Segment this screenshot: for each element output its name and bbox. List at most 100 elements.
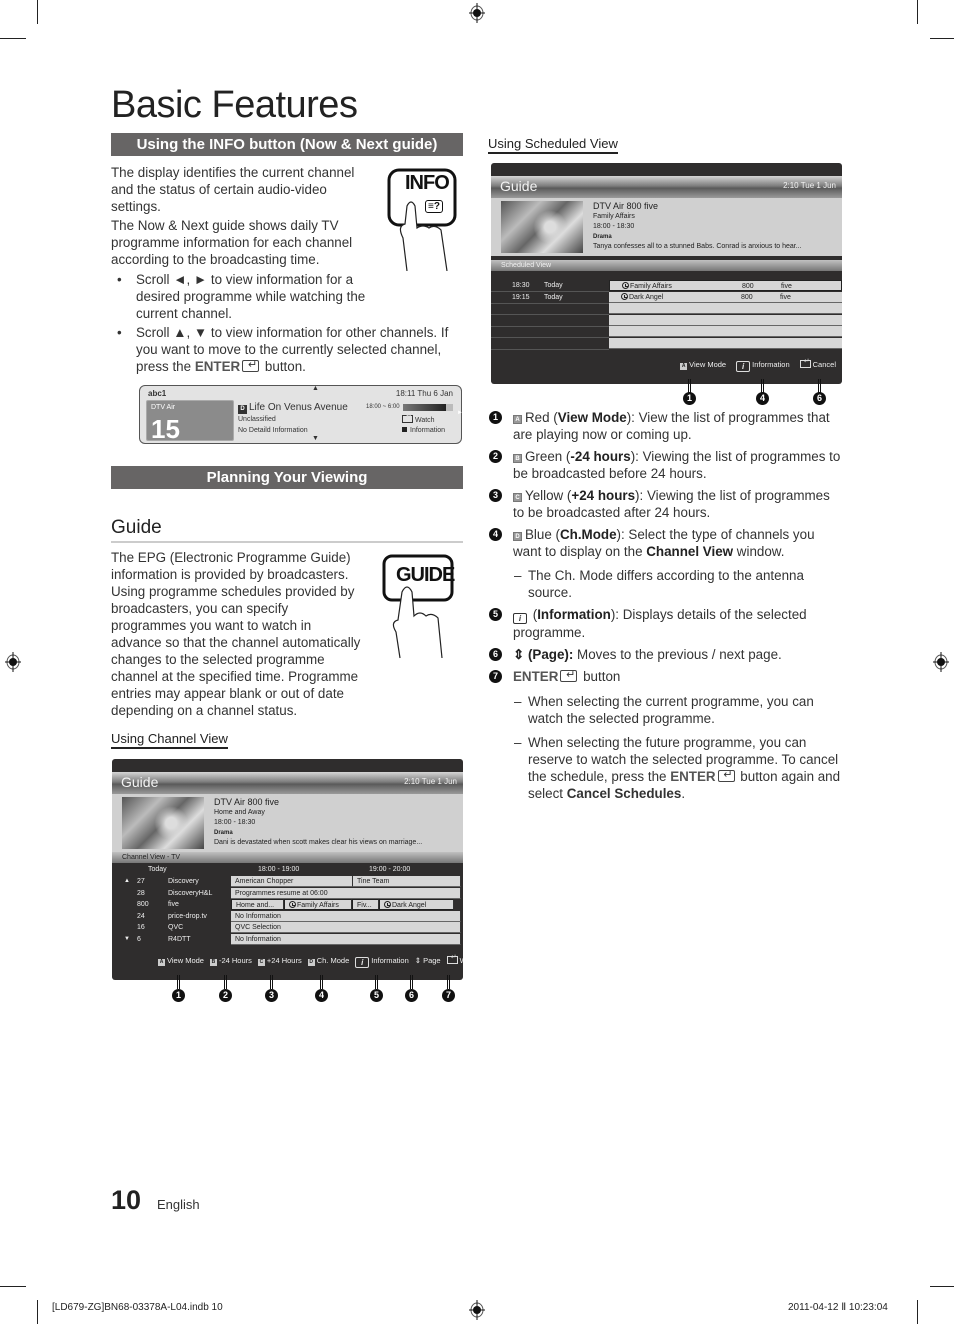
column-today: Today — [148, 866, 167, 873]
footer--24-hours[interactable]: C +24 Hours — [257, 956, 302, 966]
preview-programme: Home and Away — [214, 809, 265, 816]
section-heading-info: Using the INFO button (Now & Next guide) — [111, 133, 463, 156]
desc-text: Moves to the previous / next page. — [573, 647, 782, 662]
desc-text: window. — [733, 544, 785, 559]
preview-info: DTV Air 800 five Family Affairs 18:00 - … — [593, 200, 802, 252]
info-para-2: The Now & Next guide shows daily TV prog… — [111, 218, 353, 267]
callout-leader — [688, 379, 691, 393]
color-key-icon: C — [257, 959, 265, 966]
footer-watch[interactable]: Watch — [446, 953, 463, 965]
preview-thumbnail — [122, 797, 204, 849]
callout-number: 5 — [370, 989, 383, 1002]
scheduled-row[interactable]: Dark Angel 800 five — [609, 291, 842, 303]
channel-view-screen: Guide 2:10 Tue 1 Jun DTV Air 800 five Ho… — [112, 759, 463, 980]
callout-leader — [224, 975, 227, 989]
info-key-icon: i — [355, 957, 370, 968]
channel-view-subbar: Channel View - TV — [112, 852, 463, 863]
color-key-icon: A — [158, 959, 165, 966]
channel-number: 27 — [137, 878, 145, 885]
programme-cell[interactable]: Tine Team — [353, 876, 461, 887]
programme-name: Family Affairs — [297, 902, 339, 909]
footer-label: Ch. Mode — [316, 956, 350, 965]
schedule-channel-number: 800 — [741, 293, 753, 301]
info-remote-illustration: INFO ≡? — [385, 166, 460, 272]
footer--24-hours[interactable]: B -24 Hours — [209, 956, 252, 966]
registration-mark-icon — [469, 3, 485, 23]
footer-information[interactable]: i Information — [355, 956, 409, 968]
callout-number: 3 — [265, 989, 278, 1002]
green-key-icon: B — [513, 454, 522, 463]
red-key-icon: A — [513, 415, 522, 424]
programme-cell[interactable]: Programmes resume at 06:00 — [231, 887, 461, 899]
programme-cell[interactable]: No Information — [231, 933, 461, 945]
channel-name: Discovery — [168, 878, 199, 885]
footer-view-mode[interactable]: A View Mode — [158, 956, 204, 966]
info-hint: Information — [402, 427, 445, 434]
banner-programme: D Life On Venus Avenue — [238, 402, 348, 414]
programme-name: Tine Team — [357, 878, 390, 885]
programme-cell[interactable]: Family Affairs — [284, 899, 352, 910]
programme-cell[interactable]: No Information — [231, 910, 461, 922]
guide-remote-illustration: GUIDE — [380, 552, 460, 660]
scheduled-row[interactable] — [609, 303, 842, 314]
footer-cancel[interactable]: Cancel — [799, 357, 836, 369]
scheduled-row[interactable]: Family Affairs 800 five — [609, 280, 842, 291]
desc-bold: -24 hours — [570, 449, 631, 464]
progress-bar — [403, 404, 453, 411]
row-arrow-icon: ▼ — [124, 935, 130, 942]
footer-label: View Mode — [167, 956, 204, 965]
info-key-icon: i — [736, 361, 751, 372]
footer-label: View Mode — [689, 360, 727, 369]
programme-cell[interactable]: Fiv... — [352, 899, 379, 910]
page-updown-icon: ⇕ — [414, 956, 422, 965]
programme-name: Fiv... — [357, 902, 372, 909]
down-arrow-icon: ▼ — [312, 435, 319, 442]
guide-title: Guide — [121, 774, 159, 790]
footer-label: Watch — [460, 956, 463, 965]
info-bullet: Scroll ▲, ▼ to view information for othe… — [111, 324, 471, 375]
desc-plus-24: 3 C Yellow (+24 hours): Viewing the list o… — [488, 487, 844, 521]
scheduled-row[interactable] — [609, 337, 842, 349]
footer-ch-mode[interactable]: D Ch. Mode — [307, 956, 350, 966]
channel-number: 24 — [137, 912, 145, 920]
menu-help-icon: ≡? — [425, 200, 443, 213]
yellow-key-icon: C — [513, 493, 522, 502]
callout-number: 4 — [756, 392, 769, 405]
schedule-time: 18:30 — [512, 282, 530, 289]
scheduled-row[interactable] — [609, 326, 842, 337]
callout-leader — [320, 975, 323, 989]
desc-bold: Ch.Mode — [559, 527, 617, 542]
info-banner: abc1 ▲ ▼ 18:11 Thu 6 Jan DTV Air 15 D Lif… — [139, 385, 463, 444]
preview-info: DTV Air 800 five Home and Away 18:00 - 1… — [214, 796, 422, 848]
programme-name: Programmes resume at 06:00 — [235, 889, 328, 897]
desc-ch-mode: 4 D Blue (Ch.Mode): Select the type of cha… — [488, 526, 844, 560]
column-slot-2: 19:00 - 20:00 — [369, 866, 411, 873]
preview-channel: DTV Air 800 five — [214, 797, 280, 807]
print-slug-left: [LD679-ZG]BN68-03378A-L04.indb 10 — [52, 1302, 223, 1313]
scheduled-view-screen: Guide 2:10 Tue 1 Jun DTV Air 800 five Fa… — [491, 163, 842, 384]
scheduled-row[interactable] — [609, 314, 842, 326]
preview-synopsis: Tanya confesses all to a stunned Babs. C… — [593, 243, 802, 250]
programme-cell[interactable]: Dark Angel — [379, 899, 454, 910]
footer-page[interactable]: ⇕ Page — [415, 956, 441, 965]
registration-mark-icon — [933, 652, 949, 672]
footer-information[interactable]: i Information — [736, 360, 790, 372]
desc-text: Blue ( — [525, 527, 560, 542]
channel-number: 28 — [137, 889, 145, 897]
crop-mark — [37, 1300, 38, 1324]
channel-view-footer: A View Mode B -24 Hours C +24 Hours D Ch. Mode i… — [152, 953, 463, 968]
guide-button-label: GUIDE — [396, 564, 455, 586]
footer-label: Cancel — [812, 360, 836, 369]
desc-page: 6 ⇕ (Page): Moves to the previous / next … — [488, 646, 844, 663]
callout-number: 1 — [172, 989, 185, 1002]
programme-cell[interactable]: American Chopper — [231, 876, 353, 887]
guide-title: Guide — [500, 178, 538, 194]
watch-label: Watch — [415, 417, 435, 424]
crop-mark — [930, 1286, 954, 1287]
programme-cell[interactable]: Home and... — [231, 899, 284, 910]
desc-bold: ⇕ (Page): — [513, 647, 574, 662]
d-badge-icon: D — [238, 405, 247, 414]
callout-leader — [375, 975, 378, 989]
programme-cell[interactable]: QVC Selection — [231, 922, 461, 933]
footer-view-mode[interactable]: A View Mode — [680, 360, 726, 370]
